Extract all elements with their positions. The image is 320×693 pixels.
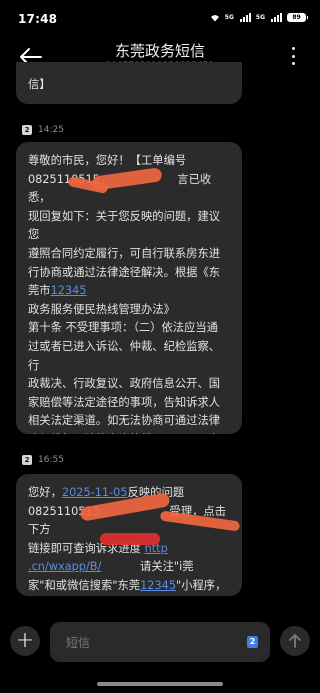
- status-icons: 5G 5G 89: [210, 13, 308, 22]
- message-bubble[interactable]: 尊敬的市民，您好！【工单编号 0825110515XXXXXXXXXX言已收悉，…: [16, 142, 242, 434]
- battery-icon: 89: [287, 13, 308, 22]
- network-5g-label-b: 5G: [255, 13, 265, 21]
- message-line: 家"和或微信搜索"东莞12345"小程序，在: [28, 578, 227, 592]
- message-line: 过或者已进入诉讼、仲裁、纪检监察、行: [28, 339, 221, 372]
- progress-link-path[interactable]: .cn/wxapp/B/: [28, 560, 101, 573]
- message-meta: 2 16:55: [22, 455, 64, 465]
- message-line: 尊敬的市民，您好！【工单编号: [28, 154, 187, 167]
- message-time: 16:55: [38, 455, 64, 465]
- send-button[interactable]: [280, 626, 310, 656]
- message-line: .cn/wxapp/B/XXXXX请关注"i莞: [28, 560, 194, 574]
- message-line: 途径维权，法律咨询热线：12348。如有: [28, 431, 230, 434]
- plus-icon: +: [15, 628, 35, 653]
- sim-select-badge[interactable]: 2: [247, 636, 258, 648]
- conversation-title: 东莞政务短信: [114, 42, 205, 60]
- network-5g-label-a: 5G: [224, 13, 234, 21]
- message-input-placeholder: 短信: [66, 636, 91, 650]
- home-indicator[interactable]: [97, 682, 223, 686]
- add-attachment-button[interactable]: +: [10, 626, 40, 656]
- status-time: 17:48: [18, 12, 58, 26]
- miniapp-link[interactable]: 12345: [140, 579, 176, 592]
- message-line: 现回复如下：关于您反映的问题，建议您: [28, 209, 221, 242]
- wifi-icon: [210, 15, 219, 22]
- message-bubble-previous[interactable]: 信】: [16, 62, 242, 104]
- date-link[interactable]: 2025-11-05: [62, 486, 128, 499]
- hotline-link[interactable]: 12345: [51, 284, 87, 297]
- message-line: 政裁决、行政复议、政府信息公开、国: [28, 377, 221, 391]
- signal-a-icon: [239, 13, 251, 22]
- message-line: 行协商或通过法律途径解决。根据《东: [28, 265, 221, 279]
- more-vertical-icon[interactable]: [290, 47, 296, 65]
- message-line: 相关法定渠道。如无法协商可通过法律: [28, 414, 221, 428]
- send-arrow-icon: [289, 634, 301, 648]
- message-line: 遵照合同约定履行，可自行联系房东进: [28, 246, 221, 260]
- message-line: 第十条 不受理事项：（二）依法应当通: [28, 321, 218, 335]
- message-text: 信】: [28, 78, 51, 91]
- legal-hotline-link[interactable]: 12348: [164, 433, 200, 434]
- message-line: 莞市12345政务服务便民热线管理办法》: [28, 284, 175, 316]
- signal-b-icon: [271, 13, 282, 22]
- message-time: 14:25: [38, 125, 64, 135]
- message-meta: 2 14:25: [22, 125, 64, 135]
- status-bar: 17:48 5G 5G 89: [0, 0, 320, 36]
- message-input[interactable]: 短信 2: [50, 622, 270, 662]
- redaction-scribble: [100, 533, 160, 545]
- message-line: 家赔偿等法定途径的事项，告知诉求人: [28, 395, 221, 409]
- sim-2-icon: 2: [22, 125, 32, 135]
- sim-2-icon: 2: [22, 455, 32, 465]
